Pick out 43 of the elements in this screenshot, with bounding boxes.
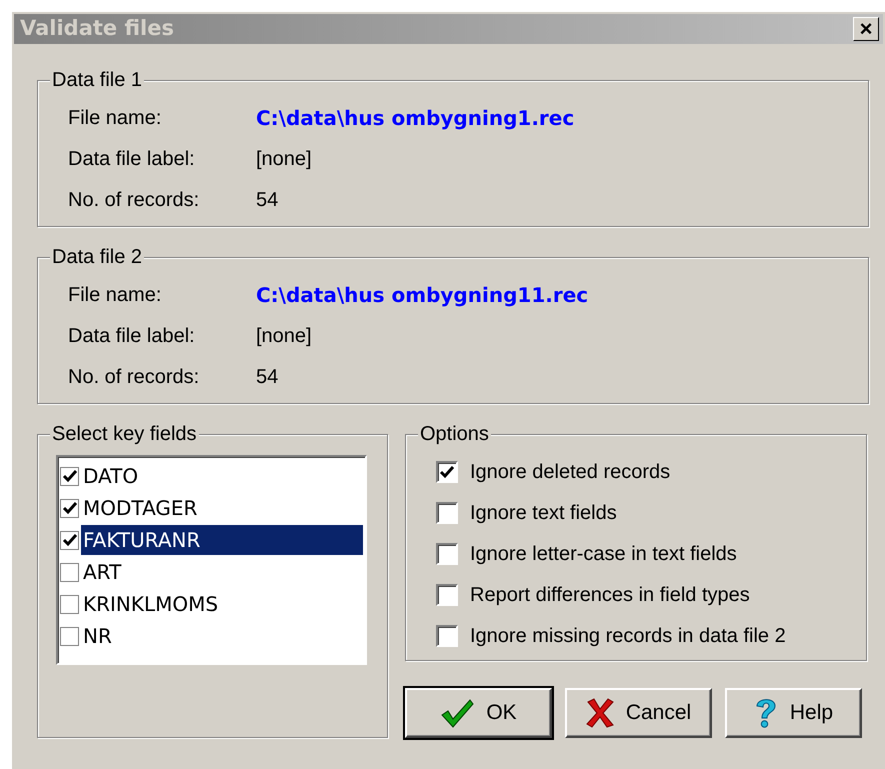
key-field-list[interactable]: DATO MODTAGER FAKTURANR ART KRINKLMOMS NR	[56, 455, 367, 665]
help-button[interactable]: Help	[725, 688, 862, 738]
list-item[interactable]: ART	[81, 557, 363, 587]
window-title: Validate files	[20, 15, 174, 42]
field-value: [none]	[256, 324, 312, 348]
field-value: 54	[256, 188, 278, 212]
checkbox-label: Ignore missing records in data file 2	[470, 624, 786, 648]
checkbox[interactable]	[436, 584, 458, 606]
ok-button[interactable]: OK	[405, 688, 552, 738]
file-path: C:\data\hus ombygning11.rec	[256, 282, 588, 308]
checkbox[interactable]	[436, 460, 458, 482]
field-value: 54	[256, 364, 278, 390]
checkbox-label: Ignore text fields	[470, 500, 617, 526]
checkbox-label: Ignore letter-case in text fields	[470, 542, 737, 566]
field-value: [none]	[256, 146, 312, 172]
field-label: No. of records:	[67, 364, 200, 390]
checkbox[interactable]	[436, 502, 458, 524]
checkbox[interactable]	[60, 594, 79, 614]
checkbox-label: Report differences in field types	[470, 582, 750, 608]
checkbox[interactable]	[60, 466, 79, 486]
cross-icon	[586, 698, 614, 728]
checkbox[interactable]	[60, 626, 79, 646]
checkbox[interactable]	[436, 624, 458, 646]
check-icon	[440, 698, 474, 728]
checkbox[interactable]	[60, 562, 79, 582]
list-item[interactable]: FAKTURANR	[81, 525, 363, 555]
list-item[interactable]: DATO	[81, 461, 363, 491]
field-label: Data file label:	[67, 146, 196, 172]
question-mark-icon	[754, 697, 778, 729]
field-label: No. of records:	[67, 188, 200, 212]
field-label: File name:	[67, 106, 162, 130]
list-item[interactable]: MODTAGER	[81, 493, 363, 523]
field-label: Data file label:	[67, 324, 196, 348]
checkbox-label: Ignore deleted records	[470, 460, 670, 484]
cancel-button[interactable]: Cancel	[565, 688, 712, 738]
list-item[interactable]: KRINKLMOMS	[81, 589, 363, 619]
checkbox[interactable]	[436, 542, 458, 564]
close-button[interactable]: ×	[853, 17, 879, 41]
field-label: File name:	[67, 282, 162, 308]
checkbox[interactable]	[60, 498, 79, 518]
checkbox[interactable]	[60, 530, 79, 550]
list-item[interactable]: NR	[81, 621, 363, 651]
file-path: C:\data\hus ombygning1.rec	[256, 104, 574, 132]
